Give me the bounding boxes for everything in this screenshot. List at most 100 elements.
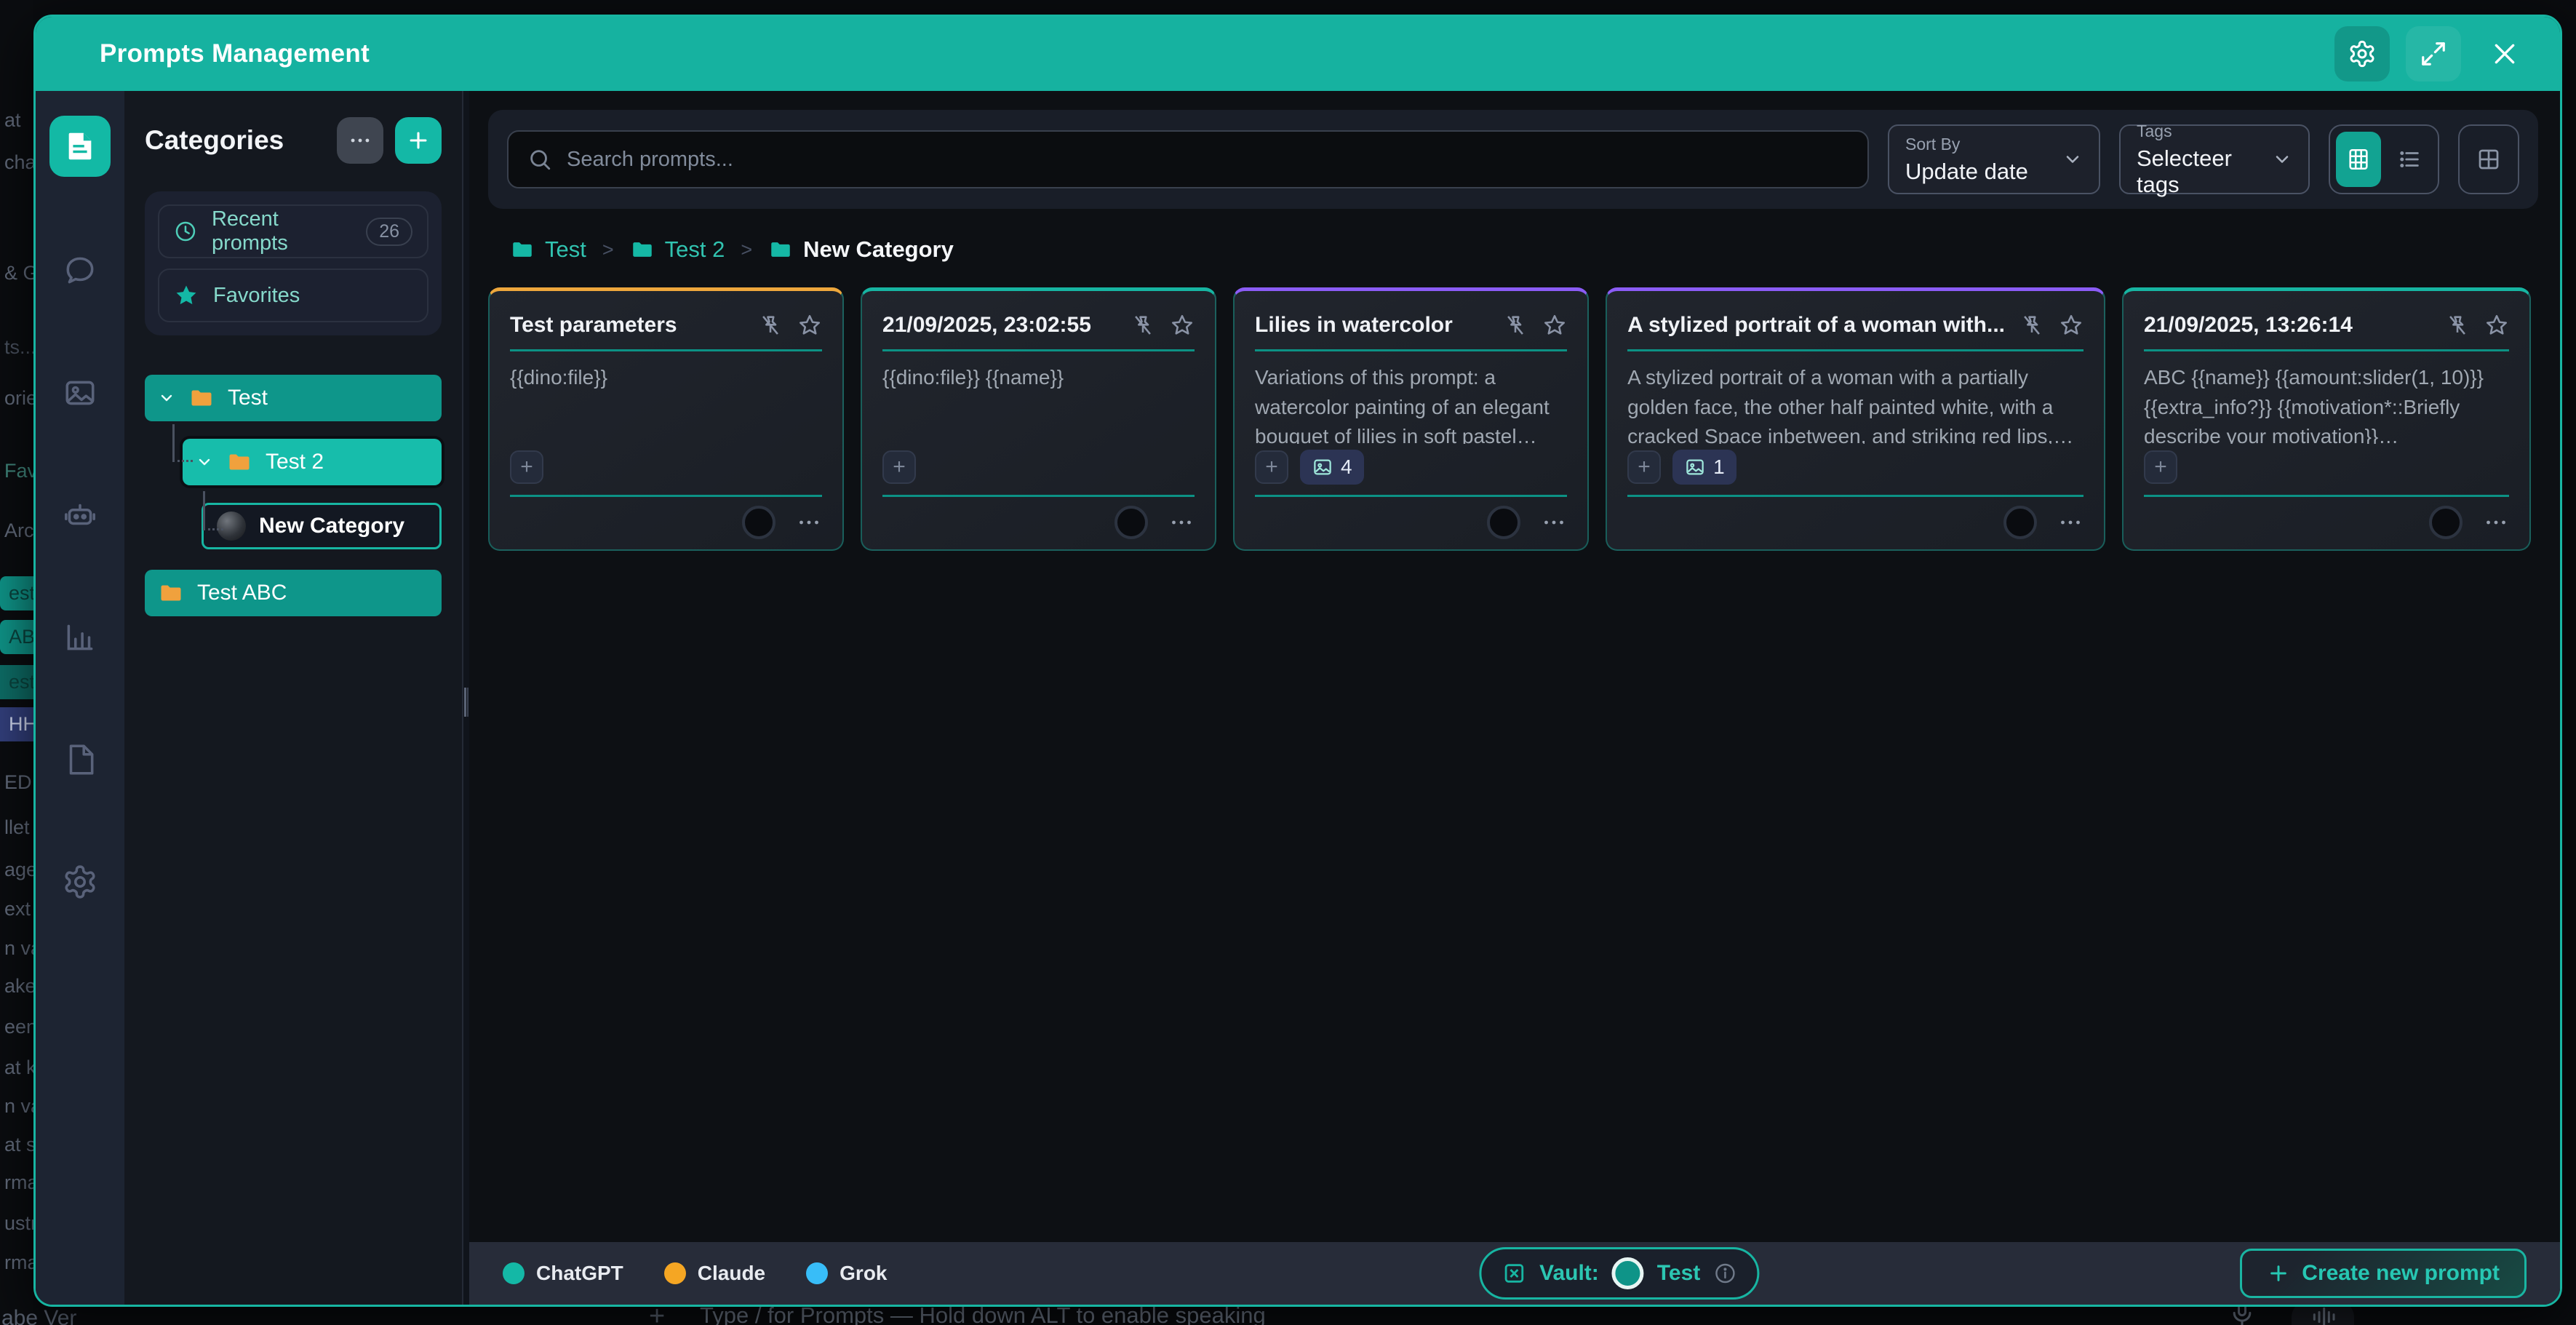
card-body-text: Variations of this prompt: a watercolor … [1255,363,1567,444]
legend-label: Grok [840,1262,887,1285]
breadcrumb-test-2[interactable]: Test 2 [630,236,725,263]
card-title: Lilies in watercolor [1255,313,1488,338]
image-count: 1 [1713,455,1725,479]
card-menu-button[interactable] [796,509,822,536]
plus-icon [2267,1262,2290,1285]
tags-value: Selecteer tags [2137,146,2259,198]
card-title: 21/09/2025, 23:02:55 [882,313,1116,338]
category-tree: Test Test 2 New Category [145,375,442,616]
card-menu-button[interactable] [1168,509,1195,536]
tree-item-label: Test 2 [266,450,324,474]
panel-divider [463,91,469,1305]
chevron-down-icon[interactable] [158,389,175,407]
bg-sidebar-item: HHH [0,707,33,741]
nav-settings[interactable] [62,864,98,900]
star-icon [174,283,199,308]
info-icon[interactable] [1713,1262,1736,1285]
add-tag-button[interactable]: + [882,450,916,484]
bg-sidebar-item: at [4,109,21,132]
tree-item-test[interactable]: Test [145,375,442,421]
model-indicator[interactable] [1114,506,1148,539]
panel-resize-handle[interactable] [464,688,468,717]
vault-icon [1502,1261,1526,1286]
bg-sidebar-item: at kop [4,1057,33,1079]
search-input[interactable] [567,148,1849,172]
unpin-button[interactable] [1503,313,1528,338]
image-icon [1684,456,1706,478]
nav-prompts[interactable] [49,116,111,177]
model-indicator[interactable] [2429,506,2463,539]
bg-sidebar-item: llet Fe [4,816,33,839]
prompt-card[interactable]: 21/09/2025, 13:26:14 ABC {{name}} {{amou… [2122,287,2531,551]
settings-button[interactable] [2334,26,2390,81]
favorite-button[interactable] [1542,313,1567,338]
nav-chat[interactable] [62,252,98,289]
favorite-button[interactable] [1170,313,1195,338]
list-view-button[interactable] [2387,132,2432,187]
image-icon [1312,456,1333,478]
desktop-background: at chats & GPT ts... ories Favor Archi e… [0,0,2576,1325]
nav-files[interactable] [62,741,98,778]
tree-item-new-category[interactable]: New Category [202,503,442,549]
favorites-item[interactable]: Favorites [158,268,428,322]
tree-item-test-2[interactable]: Test 2 [183,439,442,485]
columns-view-button[interactable] [2458,124,2519,194]
recent-prompts-label: Recent prompts [212,207,351,255]
model-indicator[interactable] [2003,506,2037,539]
prompt-card[interactable]: Lilies in watercolor Variations of this … [1233,287,1589,551]
model-indicator[interactable] [1487,506,1520,539]
sort-dropdown[interactable]: Sort By Update date [1888,124,2100,194]
unpin-button[interactable] [2019,313,2044,338]
nav-gallery[interactable] [62,375,98,411]
card-menu-button[interactable] [1541,509,1567,536]
prompt-card[interactable]: A stylized portrait of a woman with... A… [1606,287,2105,551]
card-separator [882,349,1195,351]
add-tag-button[interactable]: + [510,450,543,484]
prompt-card[interactable]: Test parameters {{dino:file}} + [488,287,844,551]
prompt-cards-grid: Test parameters {{dino:file}} + [488,287,2531,551]
view-toggle-group [2329,124,2439,194]
unpin-button[interactable] [758,313,783,338]
categories-more-button[interactable] [337,117,383,164]
model-indicator[interactable] [742,506,775,539]
file-icon [62,741,98,778]
recent-prompts-item[interactable]: Recent prompts 26 [158,204,428,258]
unpin-button[interactable] [1131,313,1155,338]
search-box[interactable] [507,130,1869,188]
nav-stats[interactable] [62,619,98,656]
favorite-button[interactable] [2484,313,2509,338]
breadcrumb-test[interactable]: Test [510,236,586,263]
expand-icon [2420,40,2447,68]
add-tag-button[interactable]: + [1627,450,1661,484]
window-titlebar[interactable]: Prompts Management [36,17,2560,91]
bg-sidebar-item: eentj [4,1016,33,1038]
prompt-card[interactable]: 21/09/2025, 23:02:55 {{dino:file}} {{nam… [861,287,1216,551]
bg-sidebar-item: n vaul [4,1095,33,1118]
card-body-text: ABC {{name}} {{amount:slider(1, 10)}} {{… [2144,363,2509,444]
legend-chatgpt: ChatGPT [503,1262,623,1285]
categories-header: Categories [145,117,442,164]
nav-assistant[interactable] [62,497,98,533]
expand-button[interactable] [2406,26,2461,81]
tags-dropdown[interactable]: Tags Selecteer tags [2119,124,2310,194]
add-tag-button[interactable]: + [2144,450,2177,484]
create-new-prompt-button[interactable]: Create new prompt [2240,1249,2527,1298]
image-count-badge: 1 [1672,450,1736,485]
grid-view-button[interactable] [2336,132,2381,187]
breadcrumb-new-category[interactable]: New Category [768,236,954,263]
chat-bubble-icon [62,252,98,289]
vault-selector[interactable]: Vault: Test [1479,1247,1759,1300]
bg-sidebar-item: n vaul [4,937,33,960]
card-menu-button[interactable] [2483,509,2509,536]
card-menu-button[interactable] [2057,509,2083,536]
close-button[interactable] [2477,26,2532,81]
clock-icon [174,219,197,244]
card-body-text: {{dino:file}} {{name}} [882,363,1195,444]
add-tag-button[interactable]: + [1255,450,1288,484]
unpin-button[interactable] [2445,313,2470,338]
add-category-button[interactable] [395,117,442,164]
favorite-button[interactable] [2059,313,2083,338]
tree-item-test-abc[interactable]: Test ABC [145,570,442,616]
chevron-down-icon[interactable] [196,453,213,471]
favorite-button[interactable] [797,313,822,338]
